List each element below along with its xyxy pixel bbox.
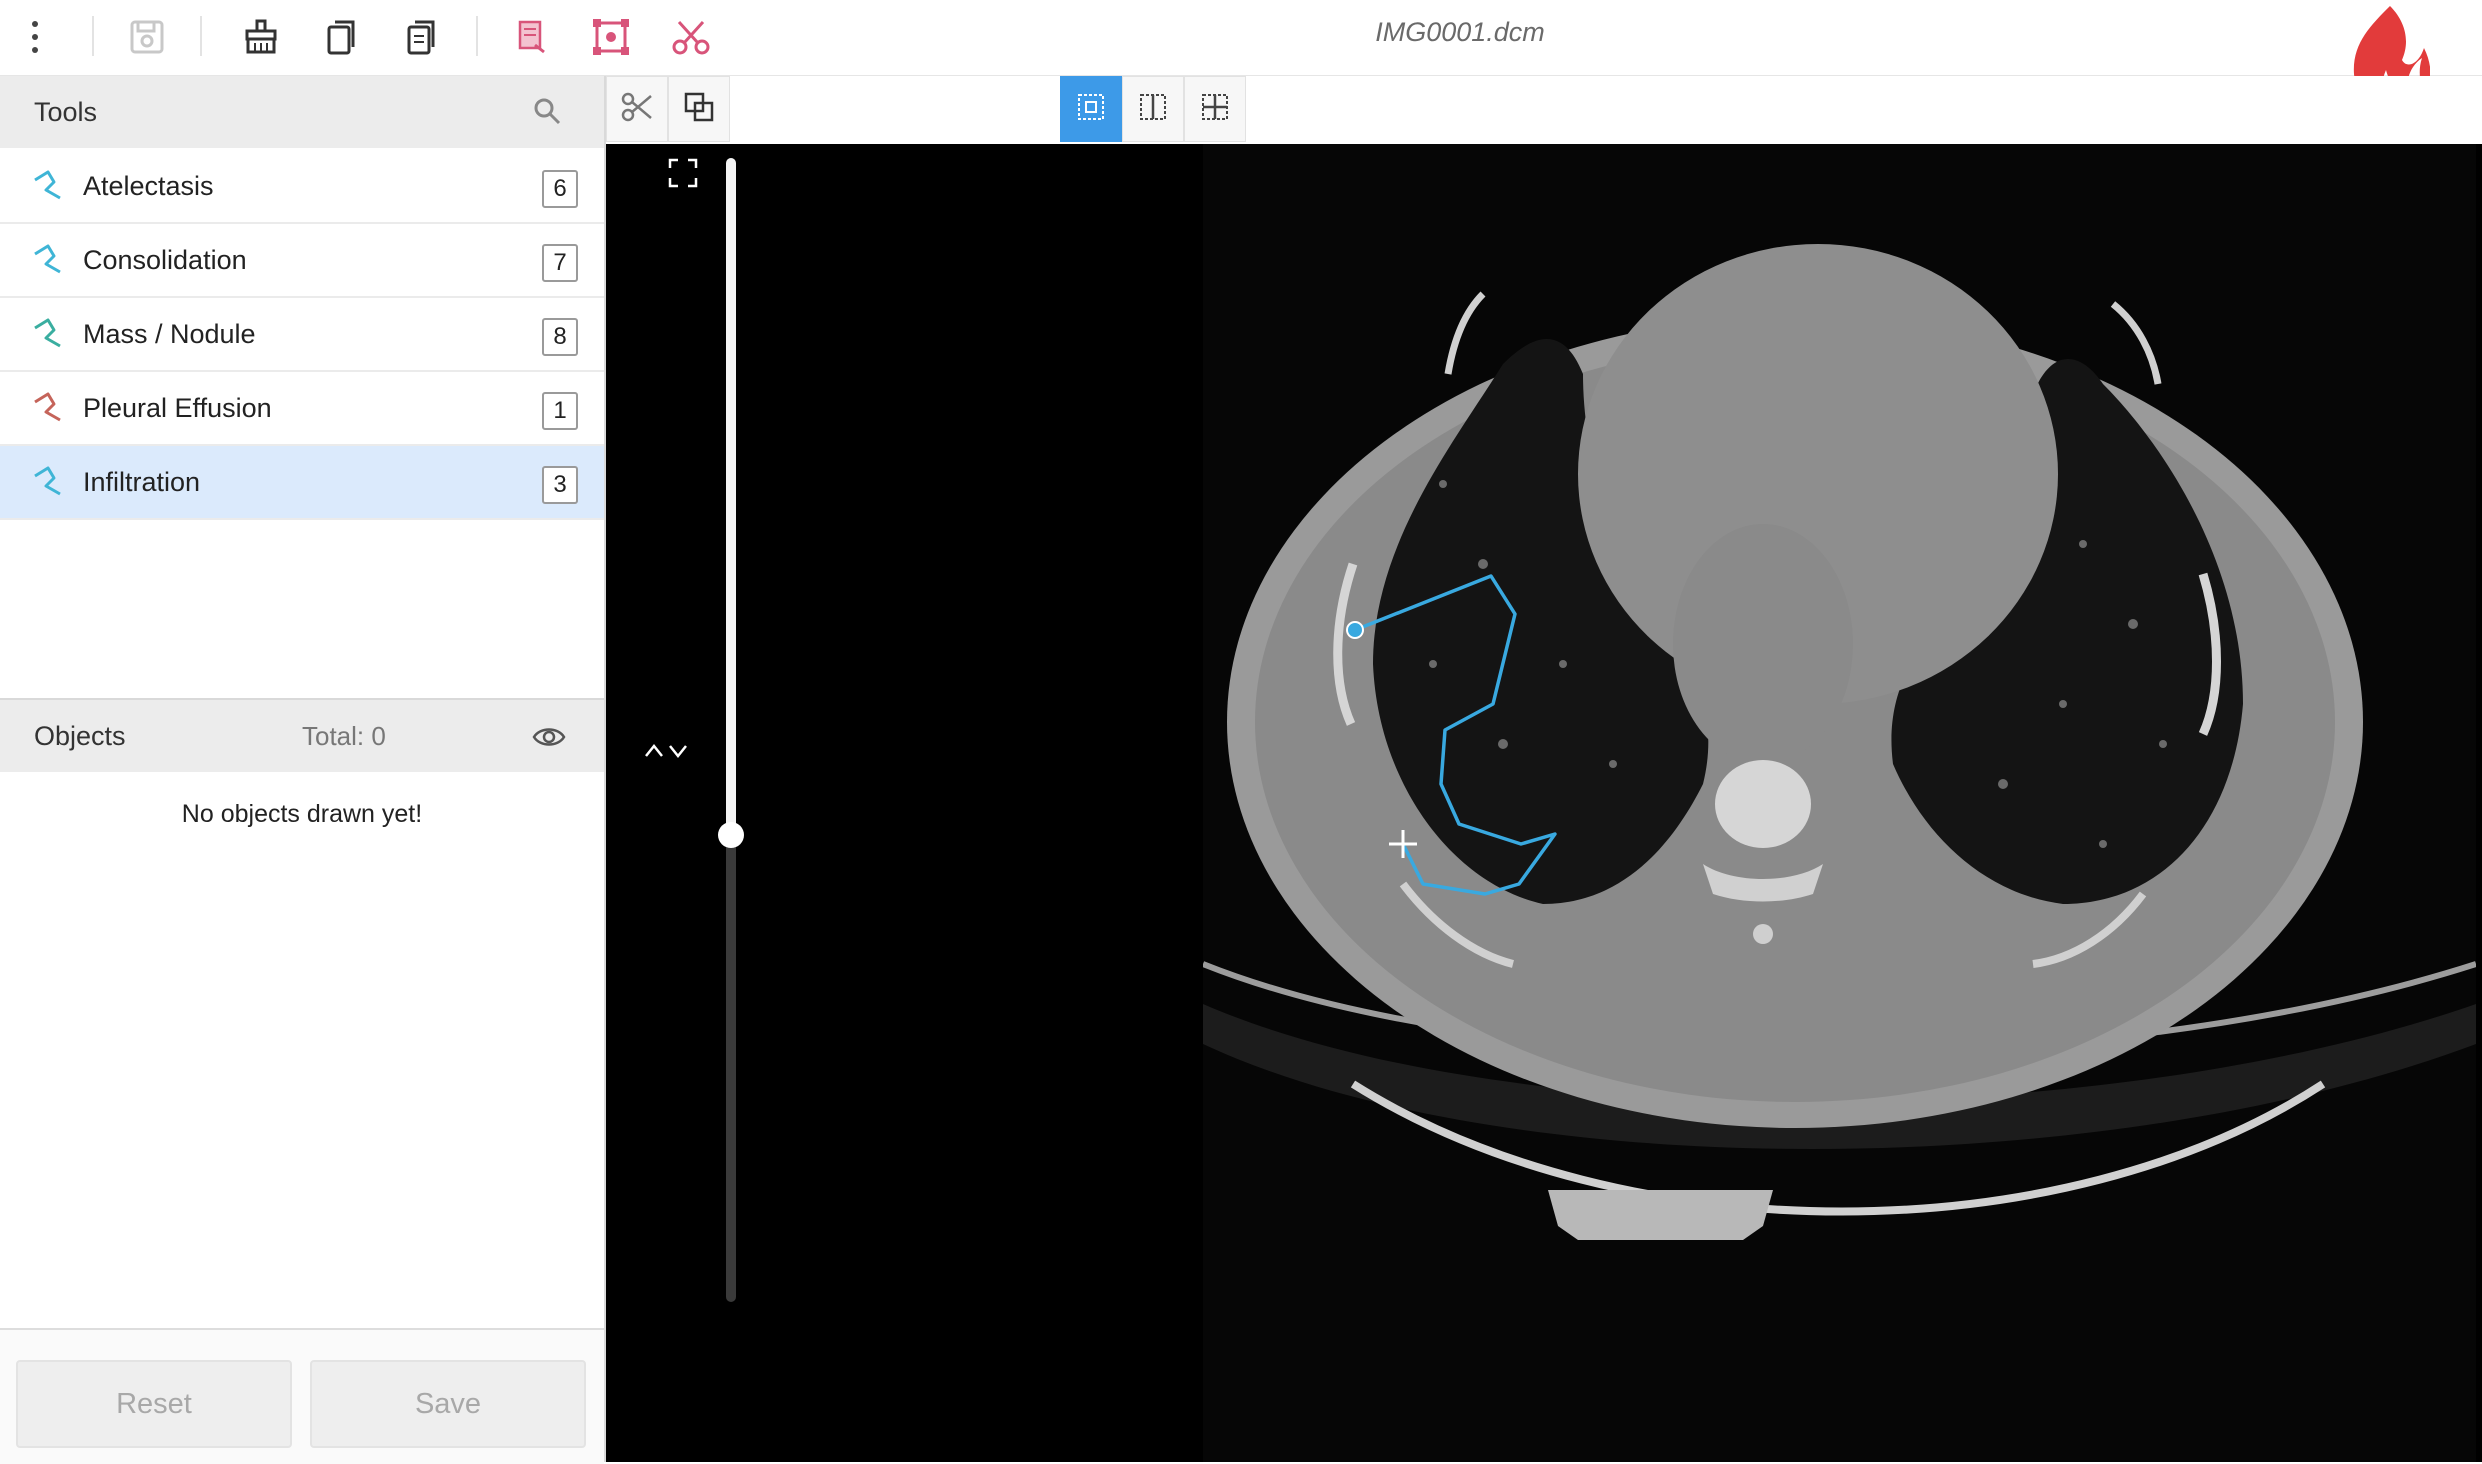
toolbar-divider (200, 16, 202, 56)
viewer-toolbar (606, 76, 2482, 144)
slice-slider-fill (726, 158, 736, 834)
tool-item-mass-nodule[interactable]: Mass / Nodule 8 (0, 298, 604, 372)
tool-label: Atelectasis (83, 170, 214, 201)
objects-total: Total: 0 (302, 720, 386, 751)
edit-label-icon[interactable] (504, 10, 558, 64)
tools-title: Tools (34, 96, 98, 127)
panel-footer: Reset Save (0, 1328, 604, 1464)
save-icon[interactable] (120, 10, 174, 64)
tool-count-badge: 7 (542, 244, 578, 282)
scissors-icon[interactable] (664, 10, 718, 64)
tool-count-badge: 6 (542, 170, 578, 208)
more-vert-icon[interactable] (8, 10, 62, 64)
overlap-icon (682, 90, 716, 129)
copy-icon[interactable] (314, 10, 368, 64)
ct-scan-image (1203, 144, 2476, 1462)
polygon-tool-icon (32, 316, 66, 350)
top-toolbar: IMG0001.dcm (0, 0, 2482, 116)
search-icon[interactable] (532, 96, 566, 130)
split-view-icon (1138, 92, 1168, 127)
tools-header: Tools (0, 76, 604, 148)
paint-icon[interactable] (234, 10, 288, 64)
tool-item-atelectasis[interactable]: Atelectasis 6 (0, 150, 604, 224)
objects-title: Objects (34, 720, 126, 751)
scissors-icon (620, 90, 654, 129)
objects-empty-message: No objects drawn yet! (181, 800, 423, 828)
tool-label: Mass / Nodule (83, 318, 256, 349)
grid-view-icon (1200, 92, 1230, 127)
eye-icon[interactable] (532, 720, 566, 754)
objects-header: Objects Total: 0 (0, 698, 604, 772)
tool-item-consolidation[interactable]: Consolidation 7 (0, 224, 604, 298)
tool-label: Infiltration (83, 466, 201, 497)
polygon-tool-icon (32, 168, 66, 202)
tool-label: Consolidation (83, 244, 247, 275)
layout-single-button[interactable] (1060, 76, 1122, 142)
toolbar-divider (92, 16, 94, 56)
tool-item-pleural-effusion[interactable]: Pleural Effusion 1 (0, 372, 604, 446)
tool-label: Pleural Effusion (83, 392, 272, 423)
image-viewport[interactable] (606, 144, 2482, 1462)
tool-count-badge: 1 (542, 392, 578, 430)
left-panel: Tools Atelectasis 6 Consolidation 7 Mass… (0, 76, 607, 1464)
slice-slider-thumb[interactable] (718, 822, 744, 848)
toolbar-divider (476, 16, 478, 56)
paste-icon[interactable] (394, 10, 448, 64)
overlap-tool-button[interactable] (668, 76, 730, 142)
tool-list: Atelectasis 6 Consolidation 7 Mass / Nod… (0, 150, 604, 520)
tool-count-badge: 8 (542, 318, 578, 356)
fullscreen-icon[interactable] (668, 158, 702, 192)
single-view-icon (1076, 92, 1106, 127)
polygon-tool-icon (32, 242, 66, 276)
chevron-up-down-icon[interactable] (640, 736, 700, 766)
polygon-tool-icon (32, 390, 66, 424)
reset-button[interactable]: Reset (16, 1360, 292, 1448)
tool-item-infiltration[interactable]: Infiltration 3 (0, 446, 604, 520)
file-name: IMG0001.dcm (1375, 17, 1545, 47)
layout-grid-button[interactable] (1184, 76, 1246, 142)
layout-split-button[interactable] (1122, 76, 1184, 142)
save-button[interactable]: Save (310, 1360, 586, 1448)
bounding-box-icon[interactable] (584, 10, 638, 64)
tool-count-badge: 3 (542, 466, 578, 504)
cut-tool-button[interactable] (606, 76, 668, 142)
polygon-tool-icon (32, 464, 66, 498)
